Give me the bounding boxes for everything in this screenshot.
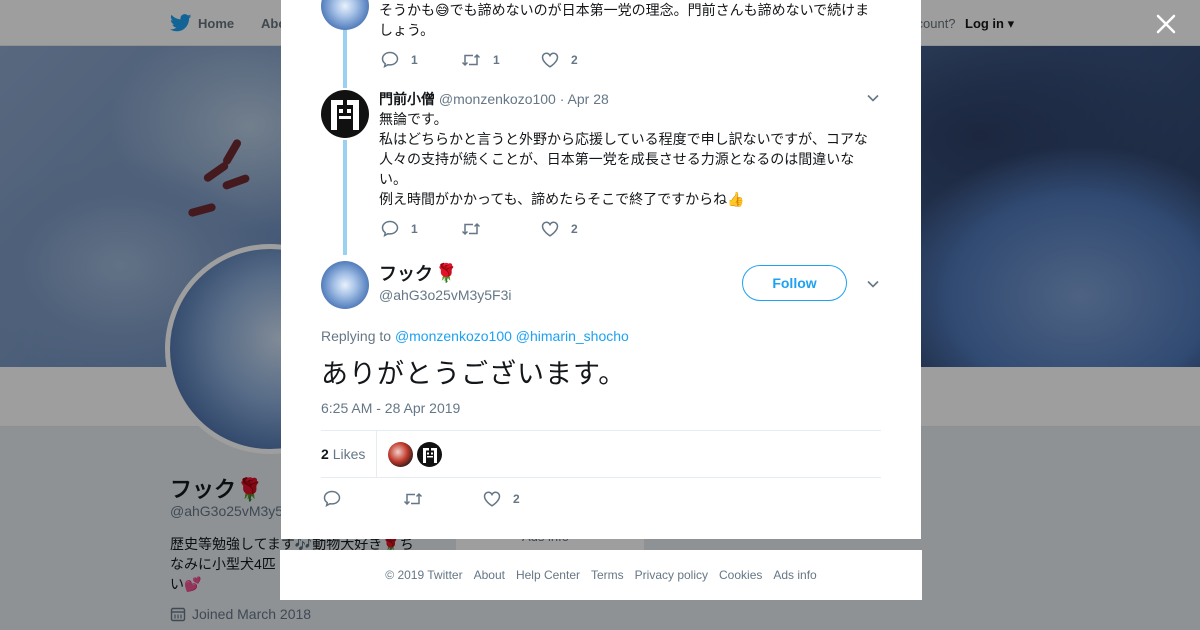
- retweet-button[interactable]: 1: [461, 52, 541, 68]
- divider: [376, 431, 377, 477]
- replying-prefix: Replying to: [321, 328, 392, 344]
- like-button[interactable]: 2: [541, 52, 621, 68]
- likes-stat-label: Likes: [332, 446, 366, 462]
- reply-count: 1: [411, 221, 418, 236]
- close-icon[interactable]: [1154, 12, 1178, 36]
- tweet-header: 門前小僧 @monzenkozo100 · Apr 28: [379, 89, 609, 109]
- chevron-down-icon[interactable]: [866, 277, 880, 291]
- tweet-author-handle[interactable]: @ahG3o25vM3y5F3i: [379, 287, 512, 303]
- tweet-text-line: 人々の支持が続くことが、日本第一党を成長させる力源となるのは間違いな: [379, 151, 855, 167]
- retweet-icon: [461, 53, 481, 66]
- avatar[interactable]: [321, 90, 369, 138]
- thread-line: [343, 30, 347, 88]
- tweet-author-name-text: フック: [379, 264, 433, 284]
- footer-link-terms[interactable]: Terms: [591, 568, 624, 582]
- replying-to-link[interactable]: @monzenkozo100: [395, 328, 512, 344]
- reply-button[interactable]: 1: [381, 51, 461, 68]
- retweet-button[interactable]: [461, 221, 541, 237]
- tweet-actions: 1 1 2: [381, 51, 621, 68]
- tweet-actions: 2: [323, 490, 563, 507]
- tweet-stats: 2 Likes: [321, 430, 881, 478]
- avatar[interactable]: [321, 0, 369, 30]
- retweet-button[interactable]: [403, 491, 483, 507]
- tweet-text-line: そうかも😅でも諦めないのが日本第一党の理念。門前さんも諦めないで続けま: [379, 2, 870, 18]
- liker-avatar[interactable]: [388, 442, 413, 467]
- follow-button[interactable]: Follow: [742, 265, 847, 301]
- liker-avatar[interactable]: [417, 442, 442, 467]
- reply-icon: [323, 490, 341, 507]
- tweet-text: 無論です。 私はどちらかと言うと外野から応援している程度で申し訳ないですが、コア…: [379, 109, 879, 209]
- mon-logo-icon: [422, 447, 437, 463]
- like-count: 2: [571, 221, 578, 236]
- likes-stat[interactable]: 2 Likes: [321, 446, 365, 462]
- reply-button[interactable]: [323, 490, 403, 507]
- footer-link-help-center[interactable]: Help Center: [516, 568, 580, 582]
- retweet-icon: [461, 222, 481, 235]
- replying-to: Replying to @monzenkozo100 @himarin_shoc…: [321, 328, 629, 344]
- footer-link-about[interactable]: About: [474, 568, 505, 582]
- retweet-count: 1: [493, 52, 500, 67]
- like-button[interactable]: 2: [483, 491, 563, 507]
- footer-copyright: © 2019 Twitter: [385, 568, 463, 582]
- chevron-down-icon[interactable]: [866, 91, 880, 105]
- tweet-actions: 1 2: [381, 220, 621, 237]
- heart-icon: [541, 52, 559, 68]
- tweet-modal: そうかも😅でも諦めないのが日本第一党の理念。門前さんも諦めないで続けま しょう。…: [281, 0, 921, 539]
- heart-icon: [541, 221, 559, 237]
- like-count: 2: [513, 491, 520, 506]
- tweet-text-line: 無論です。: [379, 111, 448, 127]
- replying-to-link[interactable]: @himarin_shocho: [516, 328, 629, 344]
- mon-logo-icon: [331, 100, 359, 130]
- name-emoji: 🌹: [435, 262, 458, 283]
- like-count: 2: [571, 52, 578, 67]
- footer: © 2019 Twitter About Help Center Terms P…: [280, 550, 922, 600]
- tweet-author-name[interactable]: フック 🌹: [379, 260, 457, 286]
- reply-button[interactable]: 1: [381, 220, 461, 237]
- thread-line: [343, 140, 347, 255]
- tweet-text-line: しょう。: [379, 22, 435, 38]
- tweet-author-name[interactable]: 門前小僧: [379, 91, 435, 107]
- tweet-text: ありがとうございます。: [321, 359, 627, 389]
- likes-stat-count: 2: [321, 446, 329, 462]
- reply-icon: [381, 220, 399, 237]
- tweet-text-line: 私はどちらかと言うと外野から応援している程度で申し訳ないですが、コアな: [379, 131, 868, 147]
- tweet-text: そうかも😅でも諦めないのが日本第一党の理念。門前さんも諦めないで続けま しょう。: [379, 0, 879, 40]
- avatar[interactable]: [321, 261, 369, 309]
- heart-icon: [483, 491, 501, 507]
- tweet-date[interactable]: · Apr 28: [560, 91, 609, 107]
- retweet-icon: [403, 492, 423, 505]
- like-button[interactable]: 2: [541, 221, 621, 237]
- footer-link-cookies[interactable]: Cookies: [719, 568, 762, 582]
- tweet-text-line: 例え時間がかかっても、諦めたらそこで終了ですからね👍: [379, 191, 745, 207]
- tweet-author-handle[interactable]: @monzenkozo100: [439, 91, 556, 107]
- tweet-timestamp[interactable]: 6:25 AM - 28 Apr 2019: [321, 400, 460, 416]
- footer-link-ads-info[interactable]: Ads info: [773, 568, 816, 582]
- tweet-text-line: い。: [379, 171, 407, 187]
- reply-icon: [381, 51, 399, 68]
- footer-link-privacy[interactable]: Privacy policy: [635, 568, 708, 582]
- reply-count: 1: [411, 52, 418, 67]
